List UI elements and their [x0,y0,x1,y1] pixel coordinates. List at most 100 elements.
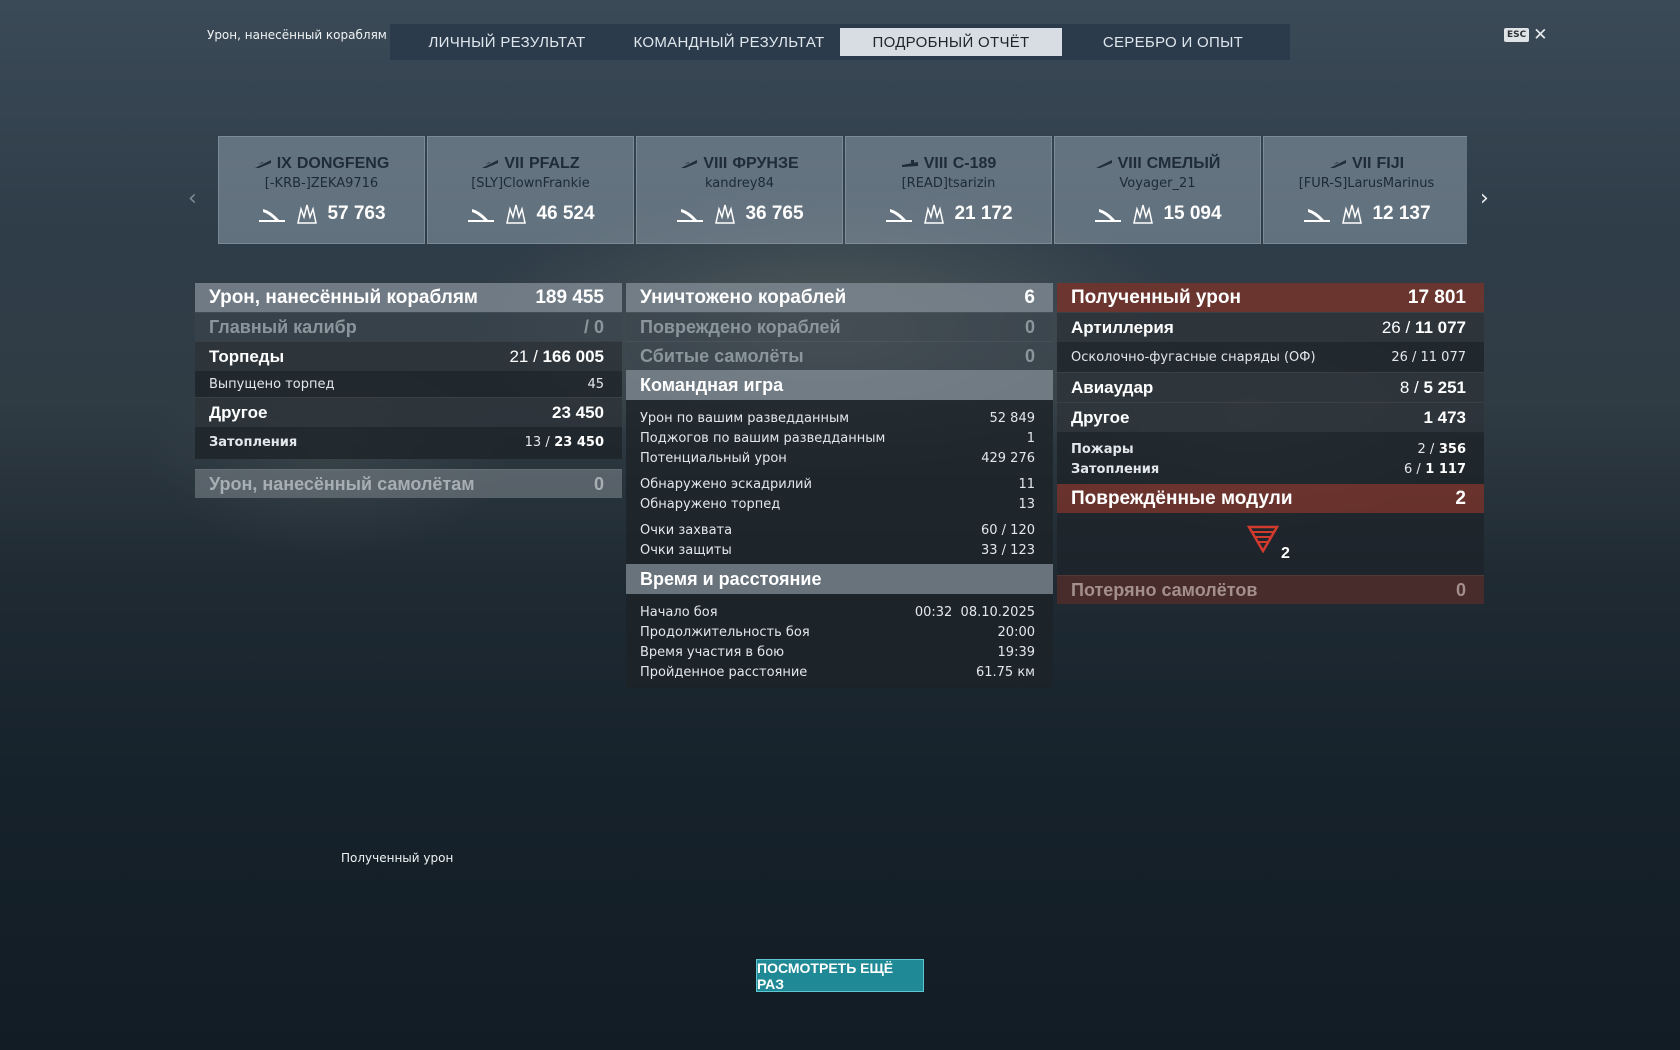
distance-traveled-row: Пройденное расстояние 61.75 км [626,662,1053,682]
stat-label: Повреждено кораблей [640,316,841,337]
stat-value: 23 450 [552,402,604,422]
tab-credits-and-xp[interactable]: СЕРЕБРО И ОПЫТ [1062,28,1284,56]
team-play-header: Командная игра [626,370,1053,400]
torpedo-hit-icon [1302,203,1332,225]
ship-name: ФРУНЗЕ [732,155,799,172]
spotting-damage-row: Урон по вашим разведданным 52 849 [626,408,1053,428]
stat-label: Другое [209,402,268,422]
ship-damage-value: 57 763 [327,203,386,224]
defense-points-row: Очки защиты 33 / 123 [626,540,1053,560]
stat-label: Потенциальный урон [640,450,787,466]
stat-value: 6 [1024,286,1035,308]
planes-damage-row: Урон, нанесённый самолётам 0 [195,469,622,498]
watch-again-button[interactable]: ПОСМОТРЕТЬ ЕЩЁ РАЗ [756,959,924,992]
ship-card[interactable]: VIII СМЕЛЫЙ Voyager_21 15 094 [1054,136,1261,244]
ships-destroyed-header: Уничтожено кораблей 6 [626,283,1053,312]
stat-label: Авиаудар [1071,377,1154,397]
ship-card-stats: 21 172 [846,201,1051,227]
stat-value: 33 / 123 [981,542,1035,558]
damage-received-header: Полученный урон 17 801 [1057,283,1484,312]
stat-label: Пройденное расстояние [640,664,808,680]
ship-damage-value: 15 094 [1163,203,1222,224]
ship-name: PFALZ [528,155,580,172]
ship-card[interactable]: VII FIJI [FUR-S]LarusMarinus 12 137 [1263,136,1467,244]
ship-card[interactable]: IX DONGFENG [-KRB-]ZEKA9716 57 763 [218,136,425,244]
stat-value: 21 / 166 005 [509,347,604,367]
ship-title: IX DONGFENG [219,155,424,173]
close-icon: ✕ [1533,25,1548,45]
ship-tier: VIII [923,155,948,172]
stat-label: Пожары [1071,441,1134,457]
destroyer-icon [481,159,499,169]
stat-value: 13 [1018,496,1035,512]
damage-value: 166 005 [542,346,604,366]
damage-dealt-header: Урон, нанесённый кораблям 189 455 [195,283,622,312]
stat-label: Выпущено торпед [209,376,335,392]
spotting-fires-row: Поджогов по вашим разведданным 1 [626,428,1053,448]
stat-label: Обнаружено торпед [640,496,781,512]
stat-value: 0 [1455,579,1466,600]
carousel-prev-arrow-icon[interactable]: ‹ [188,186,197,211]
player-name: [SLY]ClownFrankie [471,176,590,191]
stat-value: 2 / 356 [1418,442,1466,457]
player-name: [-KRB-]ZEKA9716 [264,176,379,191]
ship-card-stats: 15 094 [1055,201,1260,227]
ships-damaged-row: Повреждено кораблей 0 [626,312,1053,341]
damage-value: 1 117 [1425,461,1466,477]
stat-label: Уничтожено кораблей [640,286,847,308]
close-button[interactable]: ESC ✕ [1504,25,1548,45]
team-play-details: Урон по вашим разведданным 52 849 Поджого… [626,400,1053,564]
explosion-icon [504,203,528,225]
stat-label: Время участия в бою [640,644,785,660]
fires-row: Пожары 2 / 356 [1057,439,1484,459]
stat-value: 0 [1024,345,1035,366]
stat-value: 0 [593,473,604,494]
stat-label: Сбитые самолёты [640,345,804,366]
stat-label: Урон, нанесённый самолётам [209,473,475,494]
he-shells-row: Осколочно-фугасные снаряды (ОФ) 26 / 11 … [1057,347,1484,367]
explosion-icon [922,203,946,225]
ship-card-stats: 36 765 [637,201,842,227]
stat-label: Другое [1071,407,1130,427]
stat-value: 1 [1026,430,1035,446]
tab-detailed-report[interactable]: ПОДРОБНЫЙ ОТЧЁТ [840,28,1062,56]
destroyer-icon [1095,159,1113,169]
ship-card[interactable]: VII PFALZ [SLY]ClownFrankie 46 524 [427,136,634,244]
stat-value: / 0 [583,316,604,337]
torpedo-hit-icon [884,203,914,225]
stat-label: Торпеды [209,346,285,366]
torpedoes-spotted-row: Обнаружено торпед 13 [626,494,1053,514]
stat-value: 429 276 [981,450,1035,466]
explosion-icon [295,203,319,225]
tab-team-result[interactable]: КОМАНДНЫЙ РЕЗУЛЬТАТ [618,28,840,56]
stat-value: 17 801 [1407,286,1466,308]
stat-label: Артиллерия [1071,317,1174,337]
time-distance-header: Время и расстояние [626,564,1053,594]
tooltip-label: Полученный урон [341,851,454,865]
stat-value: 61.75 км [975,664,1035,680]
damage-dealt-panel: Урон, нанесённый кораблям 189 455 Главны… [195,283,622,498]
time-in-battle-row: Время участия в бою 19:39 [626,642,1053,662]
stat-value: 1 473 [1423,407,1466,427]
stat-label: Урон по вашим разведданным [640,410,850,426]
torpedo-details: Выпущено торпед 45 [195,371,622,397]
ship-card[interactable]: VIII С-189 [READ]tsarizin 21 172 [845,136,1052,244]
hit-count: 26 / [1381,317,1411,337]
other-damage-row: Другое 23 450 [195,397,622,427]
explosion-icon [1340,203,1364,225]
planes-shot-row: Сбитые самолёты 0 [626,341,1053,370]
battle-duration-row: Продолжительность боя 20:00 [626,622,1053,642]
battle-start-row: Начало боя 00:32 08.10.2025 [626,602,1053,622]
stat-label: Повреждённые модули [1071,487,1293,509]
ship-title: VIII СМЕЛЫЙ [1055,155,1260,173]
player-name: [FUR-S]LarusMarinus [1298,176,1435,191]
hit-count: 13 / [524,434,550,450]
flooding-row: Затопления 13 / 23 450 [195,432,622,452]
time-distance-details: Начало боя 00:32 08.10.2025 Продолжительн… [626,594,1053,688]
ship-card[interactable]: VIII ФРУНЗЕ kandrey84 36 765 [636,136,843,244]
damaged-modules-header: Повреждённые модули 2 [1057,484,1484,513]
tab-personal-result[interactable]: ЛИЧНЫЙ РЕЗУЛЬТАТ [396,28,618,56]
planes-lost-row: Потеряно самолётов 0 [1057,575,1484,604]
stat-value: 0 [1024,316,1035,337]
carousel-next-arrow-icon[interactable]: › [1480,186,1489,211]
